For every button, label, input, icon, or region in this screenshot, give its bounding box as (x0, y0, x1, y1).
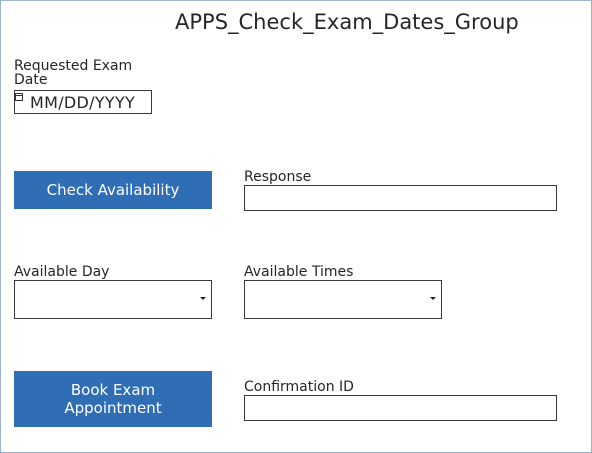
confirmation-id-field[interactable] (244, 395, 557, 421)
response-label: Response (244, 169, 312, 185)
book-exam-appointment-button[interactable]: Book Exam Appointment (14, 371, 212, 427)
chevron-down-icon (200, 297, 206, 300)
available-times-label: Available Times (244, 264, 354, 280)
available-day-select[interactable] (14, 280, 212, 319)
calendar-icon[interactable] (15, 93, 23, 101)
requested-exam-date-input[interactable]: MM/DD/YYYY (14, 90, 152, 114)
confirmation-id-label: Confirmation ID (244, 379, 354, 395)
chevron-down-icon (430, 297, 436, 300)
available-day-label: Available Day (14, 264, 110, 280)
available-times-select[interactable] (244, 280, 442, 319)
date-placeholder: MM/DD/YYYY (30, 93, 136, 112)
response-field[interactable] (244, 185, 557, 211)
requested-exam-date-label: Requested Exam Date (14, 58, 133, 88)
check-availability-button[interactable]: Check Availability (14, 171, 212, 209)
form-title: APPS_Check_Exam_Dates_Group (175, 10, 519, 34)
form-frame: APPS_Check_Exam_Dates_Group Requested Ex… (0, 0, 592, 453)
